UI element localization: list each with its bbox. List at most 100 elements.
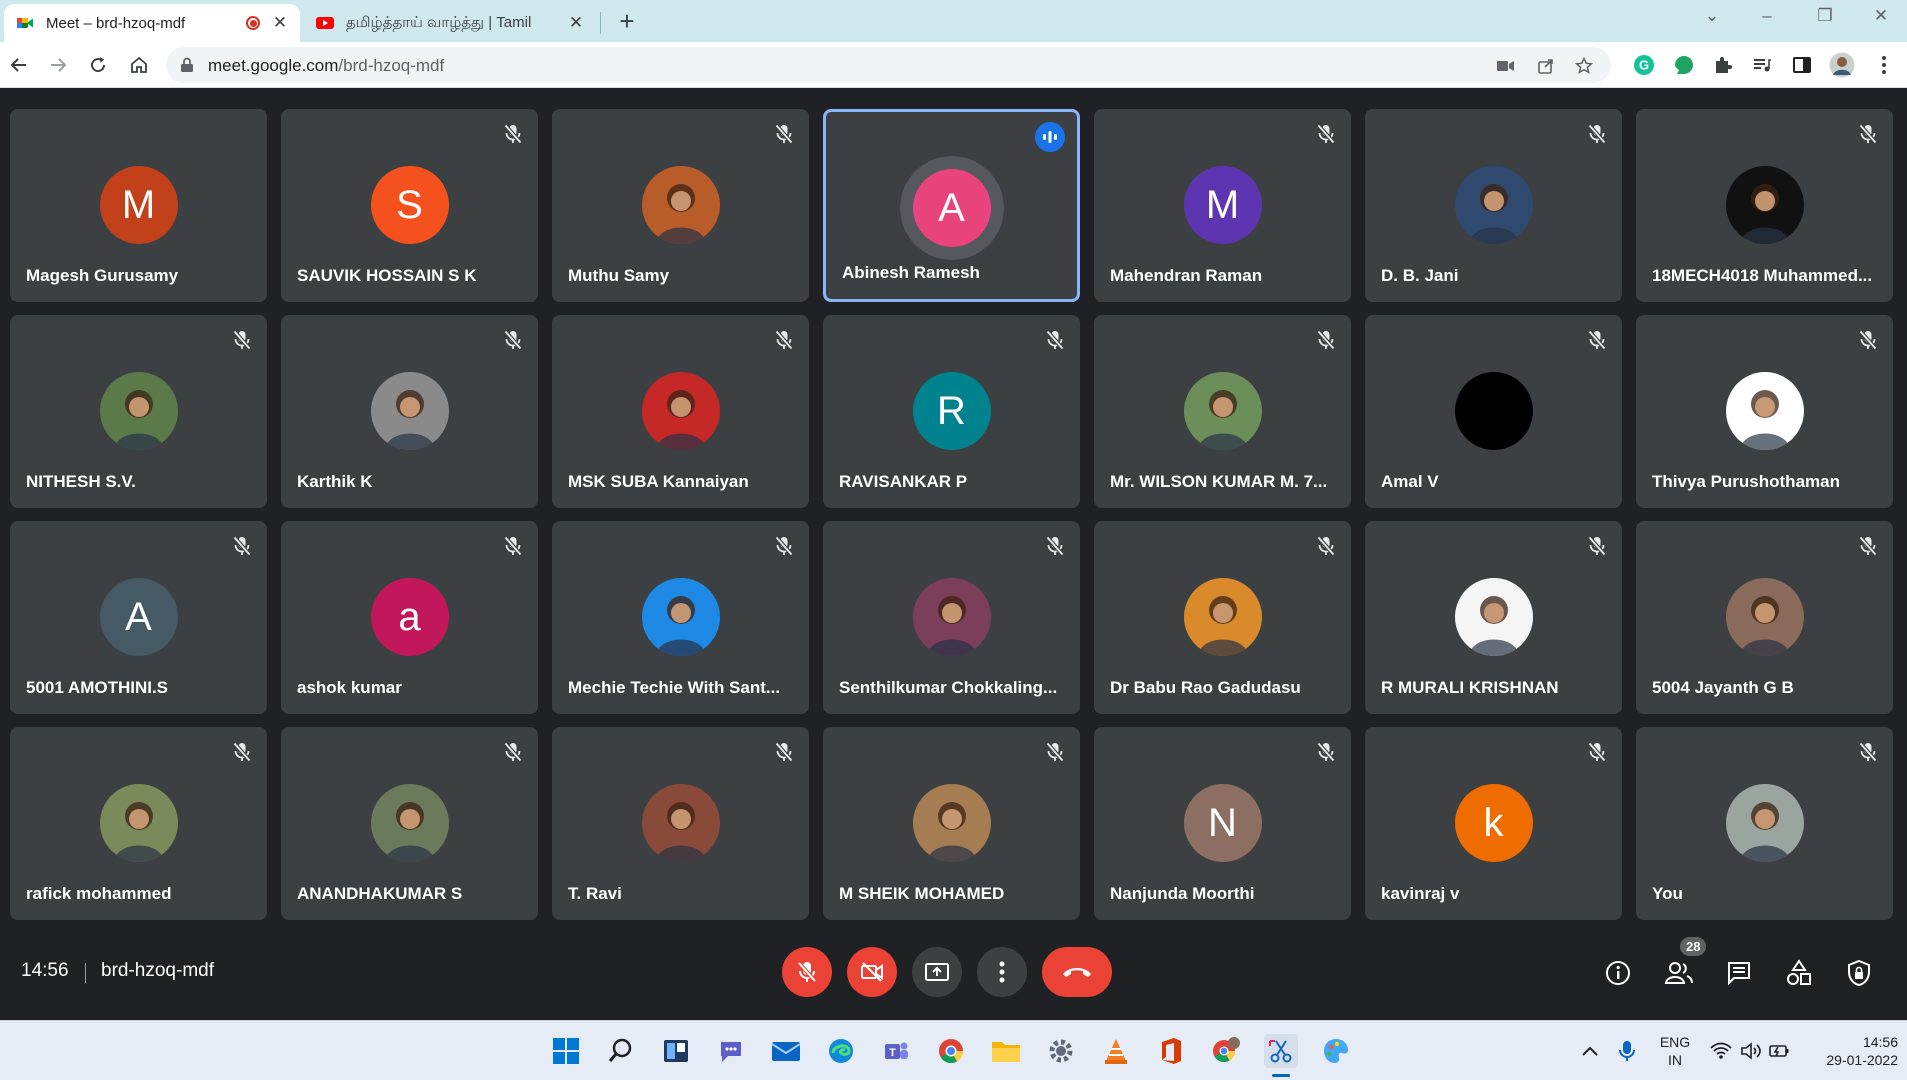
activities-button[interactable]: [1782, 956, 1816, 990]
participant-initial-avatar: [1454, 372, 1533, 450]
participant-tile[interactable]: a ashok kumar: [281, 521, 538, 714]
paint-icon[interactable]: [1319, 1034, 1353, 1068]
participant-tile[interactable]: Senthilkumar Chokkaling...: [823, 521, 1080, 714]
camera-toggle-button[interactable]: [847, 947, 897, 997]
participant-tile[interactable]: k kavinraj v: [1365, 727, 1622, 920]
reload-button[interactable]: [85, 52, 111, 78]
new-tab-button[interactable]: +: [612, 6, 642, 37]
show-hidden-icons-chevron-icon[interactable]: [1573, 1034, 1607, 1068]
chrome-menu-icon[interactable]: [1871, 52, 1897, 78]
google-meet-icon: [17, 18, 33, 28]
camera-off-icon: [861, 962, 883, 982]
vlc-icon[interactable]: [1099, 1034, 1133, 1068]
snipping-tool-icon[interactable]: [1264, 1034, 1298, 1068]
participant-tile[interactable]: ANANDHAKUMAR S: [281, 727, 538, 920]
tab-meet[interactable]: Meet – brd-hzoq-mdf ✕: [4, 4, 300, 42]
mic-off-icon: [1588, 536, 1606, 556]
reload-icon: [91, 57, 106, 73]
teams-chat-icon[interactable]: [714, 1034, 748, 1068]
participant-tile[interactable]: Karthik K: [281, 315, 538, 508]
participant-name: T. Ravi: [568, 884, 622, 903]
share-icon[interactable]: [1536, 56, 1556, 76]
teams-icon[interactable]: T: [879, 1034, 913, 1068]
wifi-icon[interactable]: [1704, 1034, 1738, 1068]
office-icon[interactable]: [1154, 1034, 1188, 1068]
mic-off-icon: [775, 742, 793, 762]
microphone-toggle-button[interactable]: [782, 947, 832, 997]
participant-tile[interactable]: Dr Babu Rao Gadudasu: [1094, 521, 1351, 714]
mic-off-icon: [1317, 536, 1335, 556]
participant-count-badge: 28: [1680, 937, 1707, 956]
minimize-window-button[interactable]: –: [1752, 6, 1782, 26]
participant-name: kavinraj v: [1381, 884, 1460, 903]
home-button[interactable]: [126, 52, 152, 78]
participant-initial-avatar: N: [1183, 784, 1262, 862]
participant-tile[interactable]: S SAUVIK HOSSAIN S K: [281, 109, 538, 302]
windows-start-icon[interactable]: [549, 1034, 583, 1068]
participant-tile[interactable]: NITHESH S.V.: [10, 315, 267, 508]
participant-tile[interactable]: M SHEIK MOHAMED: [823, 727, 1080, 920]
input-language-indicator[interactable]: ENG IN: [1655, 1033, 1695, 1069]
participant-tile[interactable]: M Magesh Gurusamy: [10, 109, 267, 302]
participant-tile[interactable]: 18MECH4018 Muhammed...: [1636, 109, 1893, 302]
forward-button[interactable]: [45, 52, 71, 78]
task-view-icon[interactable]: [659, 1034, 693, 1068]
participant-tile[interactable]: Thivya Purushothaman: [1636, 315, 1893, 508]
present-screen-button[interactable]: [912, 947, 962, 997]
present-screen-icon: [925, 963, 949, 981]
camera-in-use-icon[interactable]: [1496, 56, 1516, 76]
participant-tile[interactable]: Mechie Techie With Sant...: [552, 521, 809, 714]
participant-tile[interactable]: Mr. WILSON KUMAR M. 7...: [1094, 315, 1351, 508]
participant-tile[interactable]: Amal V: [1365, 315, 1622, 508]
participant-photo-avatar: [99, 372, 178, 450]
more-options-button[interactable]: [977, 947, 1027, 997]
file-explorer-icon[interactable]: [989, 1034, 1023, 1068]
back-button[interactable]: [6, 52, 32, 78]
participant-name: You: [1652, 884, 1683, 903]
restore-window-button[interactable]: ❐: [1810, 6, 1840, 26]
participant-tile[interactable]: Muthu Samy: [552, 109, 809, 302]
participant-tile[interactable]: R MURALI KRISHNAN: [1365, 521, 1622, 714]
participant-tile[interactable]: R RAVISANKAR P: [823, 315, 1080, 508]
close-tab-icon[interactable]: ✕: [568, 13, 584, 33]
side-panel-icon[interactable]: [1789, 52, 1815, 78]
profile-avatar[interactable]: [1829, 52, 1855, 78]
chrome-profile-icon[interactable]: [1209, 1034, 1243, 1068]
leave-call-button[interactable]: [1042, 947, 1112, 997]
browser-toolbar: meet.google.com/brd-hzoq-mdf G: [0, 42, 1907, 88]
participant-tile[interactable]: N Nanjunda Moorthi: [1094, 727, 1351, 920]
close-tab-icon[interactable]: ✕: [272, 13, 288, 33]
participant-tile[interactable]: A 5001 AMOTHINI.S: [10, 521, 267, 714]
participant-tile[interactable]: D. B. Jani: [1365, 109, 1622, 302]
chrome-icon[interactable]: [934, 1034, 968, 1068]
participant-tile[interactable]: MSK SUBA Kannaiyan: [552, 315, 809, 508]
battery-charging-icon[interactable]: [1762, 1034, 1796, 1068]
participant-tile[interactable]: You: [1636, 727, 1893, 920]
system-clock[interactable]: 14:56 29-01-2022: [1806, 1033, 1898, 1069]
participant-name: rafick mohammed: [26, 884, 172, 903]
close-window-button[interactable]: ✕: [1866, 6, 1896, 26]
search-icon[interactable]: [604, 1034, 638, 1068]
chat-button[interactable]: [1722, 956, 1756, 990]
settings-gear-icon[interactable]: [1044, 1034, 1078, 1068]
host-controls-button[interactable]: [1842, 956, 1876, 990]
meeting-details-button[interactable]: [1601, 956, 1635, 990]
participant-tile[interactable]: 5004 Jayanth G B: [1636, 521, 1893, 714]
participant-tile[interactable]: M Mahendran Raman: [1094, 109, 1351, 302]
grammarly-extension-icon[interactable]: G: [1631, 52, 1657, 78]
participant-tile[interactable]: T. Ravi: [552, 727, 809, 920]
participant-tile[interactable]: A Abinesh Ramesh: [823, 109, 1080, 302]
show-everyone-button[interactable]: [1662, 956, 1696, 990]
bookmark-star-icon[interactable]: [1574, 56, 1594, 76]
participant-tile[interactable]: rafick mohammed: [10, 727, 267, 920]
mail-icon[interactable]: [769, 1034, 803, 1068]
tab-youtube[interactable]: தமிழ்த்தாய் வாழ்த்து | Tamil ✕: [304, 4, 596, 42]
media-control-icon[interactable]: [1749, 52, 1775, 78]
participant-name: Nanjunda Moorthi: [1110, 884, 1255, 903]
tab-search-icon[interactable]: ⌄: [1697, 6, 1727, 26]
edge-browser-icon[interactable]: [824, 1034, 858, 1068]
green-extension-icon[interactable]: [1671, 52, 1697, 78]
extensions-puzzle-icon[interactable]: [1710, 52, 1736, 78]
microphone-in-use-icon[interactable]: [1610, 1034, 1644, 1068]
address-bar[interactable]: meet.google.com/brd-hzoq-mdf: [166, 47, 1611, 83]
